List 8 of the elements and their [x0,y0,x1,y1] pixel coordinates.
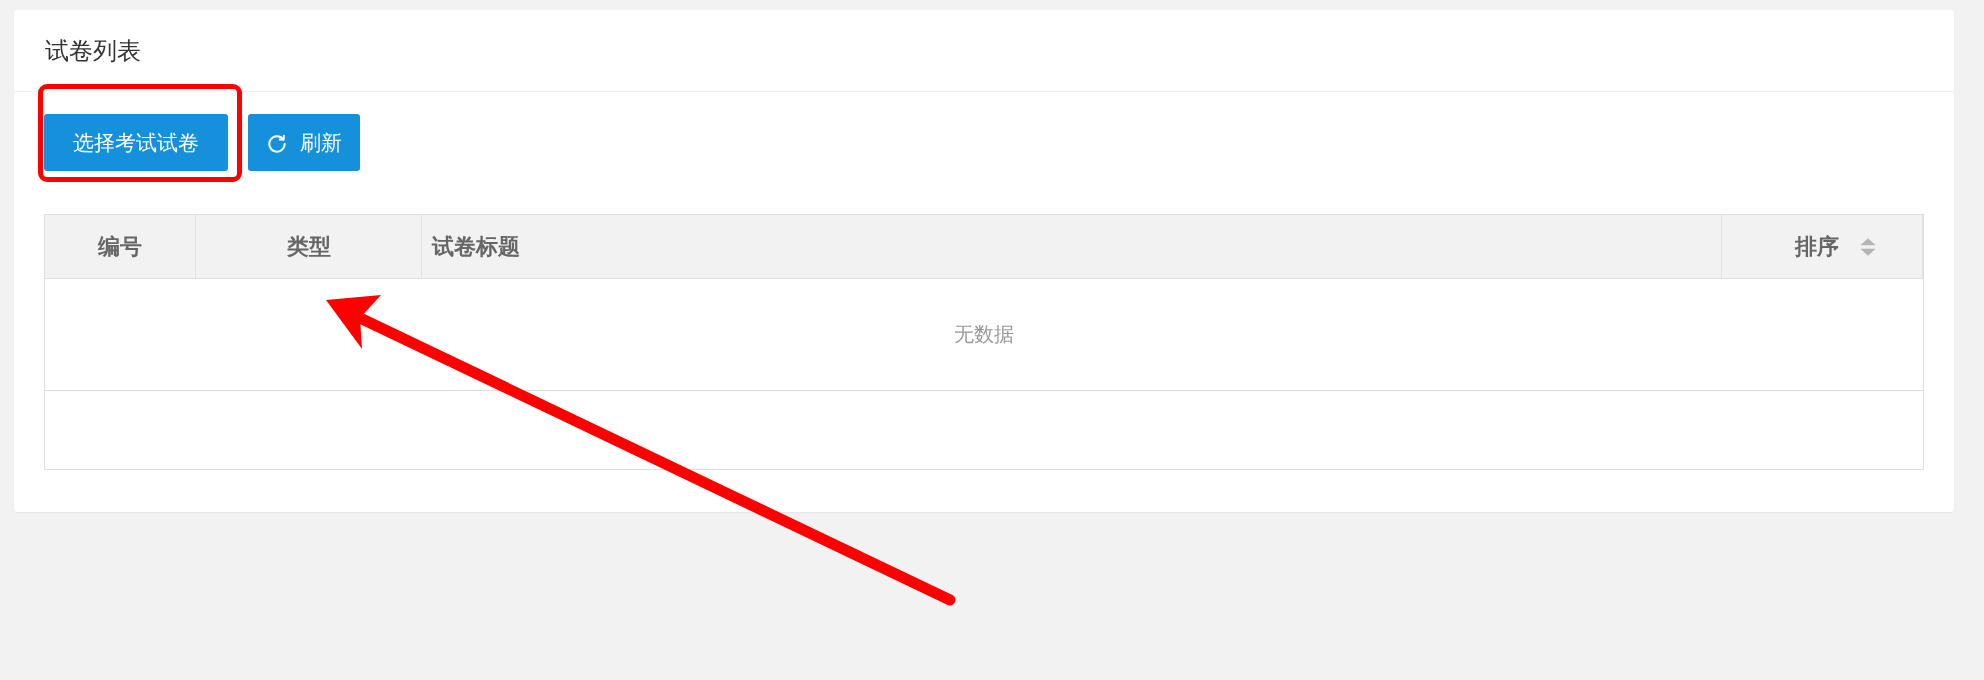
column-header: 试卷标题 [432,232,520,261]
column-header: 编号 [98,232,142,261]
toolbar-button[interactable]: 选择考试试卷 [44,114,228,171]
column-header: 类型 [286,232,331,261]
toolbar-button[interactable]: 刷新 [248,114,360,171]
empty-message: 无数据 [954,321,1014,348]
panel-title: 试卷列表 [45,35,141,67]
column-header: 排序 [1795,232,1839,261]
